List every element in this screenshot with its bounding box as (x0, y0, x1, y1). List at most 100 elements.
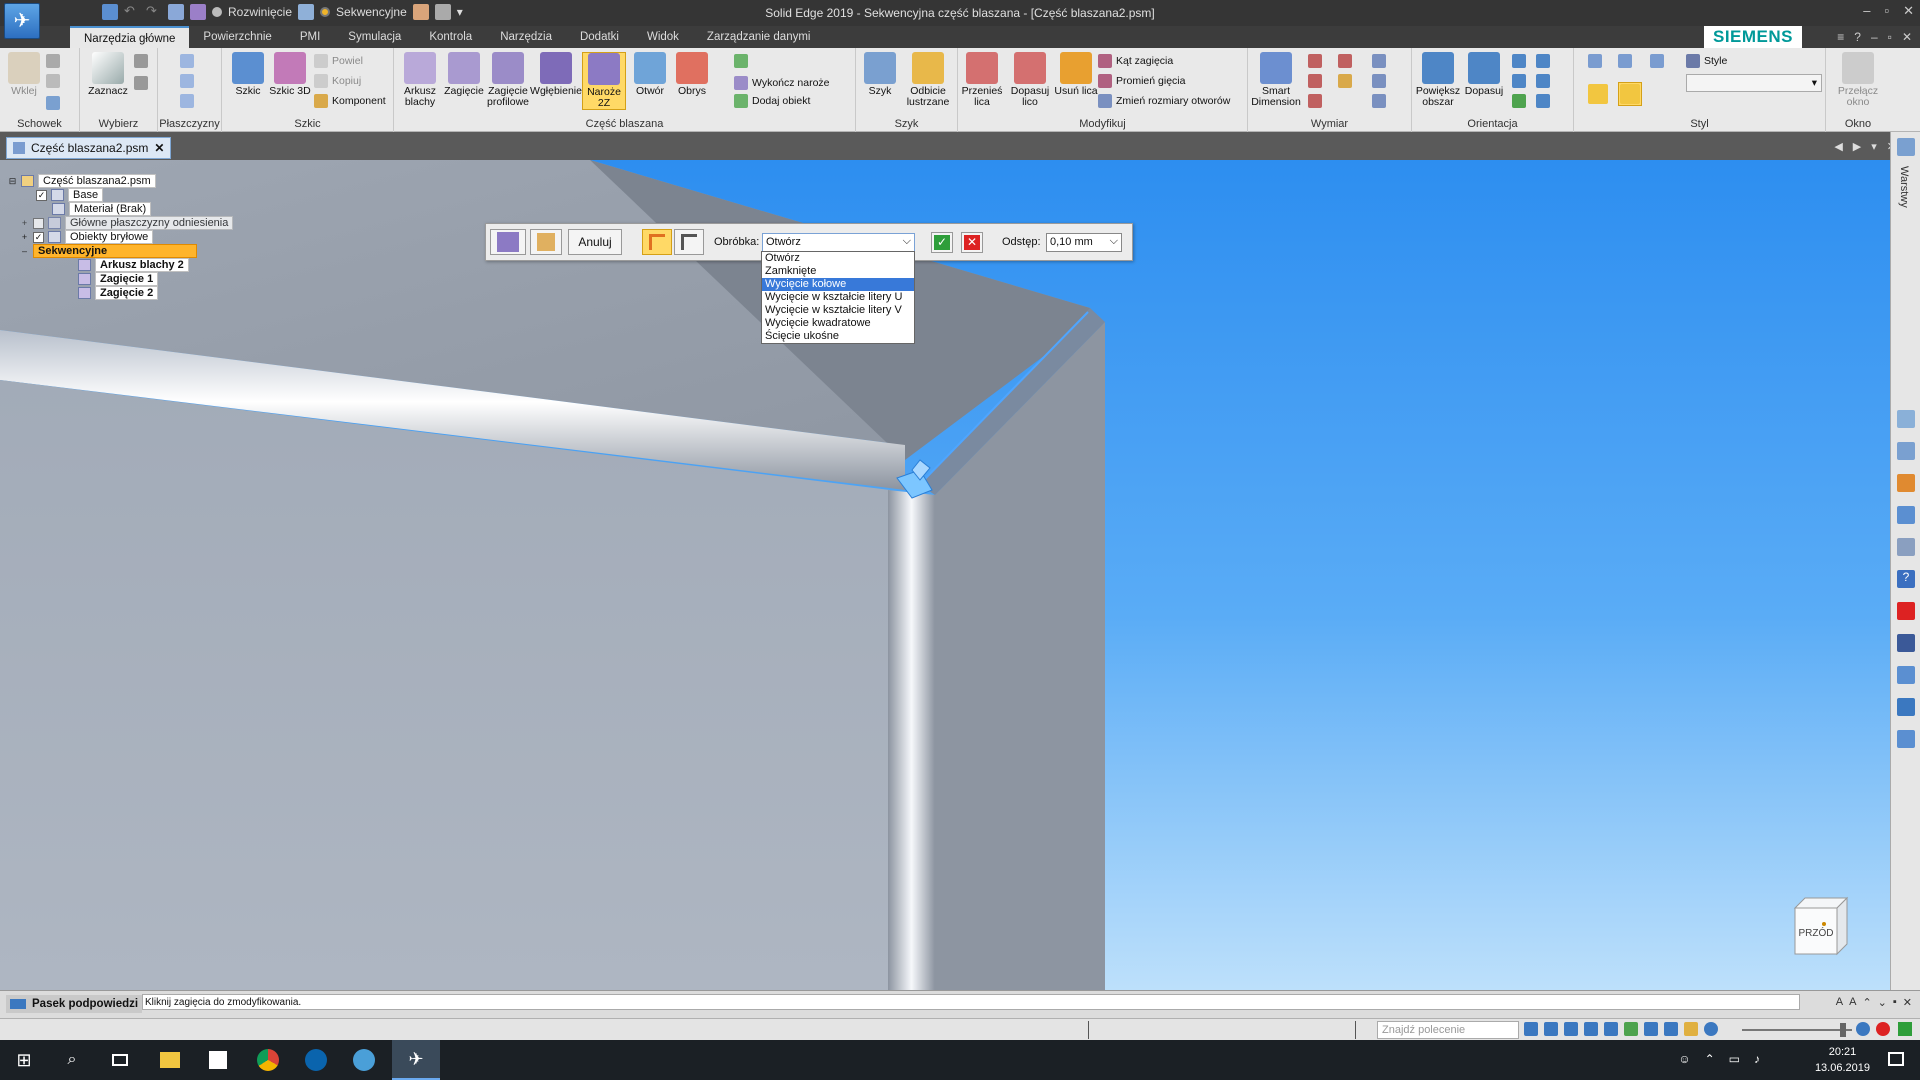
zagiecie-profilowe-button[interactable]: Zagięcie profilowe (486, 52, 530, 108)
przelacz-okno-button[interactable]: Przełącz okno (1836, 52, 1880, 108)
prompt-close-icon[interactable]: ✕ (1903, 996, 1912, 1009)
option-zamkniete[interactable]: Zamknięte (762, 265, 914, 278)
youtube-icon[interactable] (1897, 602, 1915, 620)
zoom-area-icon[interactable] (1544, 1022, 1558, 1036)
properties-icon[interactable] (1897, 506, 1915, 524)
zmien-rozmiary-button[interactable]: Zmień rozmiary otworów (1098, 94, 1230, 108)
arkusz-blachy-button[interactable]: Arkusz blachy (398, 52, 442, 108)
tree-material[interactable]: Materiał (Brak) (52, 202, 152, 216)
select-step-button[interactable] (530, 229, 562, 255)
powieksz-obszar-button[interactable]: Powiększ obszar (1416, 52, 1460, 108)
rotate-button[interactable] (1512, 94, 1526, 108)
option-otworz[interactable]: Otwórz (762, 252, 914, 265)
battery-icon[interactable]: ▭ (1729, 1052, 1740, 1066)
dim-2-button[interactable] (1308, 74, 1322, 88)
help-panel-icon[interactable]: ? (1897, 570, 1915, 588)
tab-close-icon[interactable]: ✕ (154, 141, 164, 155)
data-icon[interactable] (1897, 698, 1915, 716)
sheet-metal-model[interactable] (0, 160, 1890, 990)
filter-button[interactable] (134, 54, 148, 68)
zoom-button[interactable] (1512, 54, 1526, 68)
tree-feature-zagiecie-1[interactable]: Zagięcie 1 (78, 272, 159, 286)
scroll-left-icon[interactable]: ◀ (1834, 140, 1842, 153)
option-sciecie-ukosne[interactable]: Ścięcie ukośne (762, 330, 914, 343)
tree-planes[interactable]: + Główne płaszczyzny odniesienia (20, 216, 234, 230)
pan-button[interactable] (1512, 74, 1526, 88)
view3-button[interactable] (1536, 94, 1550, 108)
tab-narzedzia[interactable]: Narzędzia (486, 26, 566, 48)
promien-giecia-button[interactable]: Promień gięcia (1098, 74, 1185, 88)
options-icon[interactable]: ≡ (1837, 30, 1844, 44)
smart-dimension-button[interactable]: Smart Dimension (1251, 52, 1301, 108)
treatment-select[interactable]: Otwórz ⌵ (762, 233, 915, 252)
tab-list-icon[interactable]: ▾ (1871, 140, 1877, 153)
gap-input[interactable]: 0,10 mm ⌵ (1046, 233, 1122, 252)
tree-base[interactable]: ✓ Base (36, 188, 104, 202)
option-wyciecie-u[interactable]: Wycięcie w kształcie litery U (762, 291, 914, 304)
document-tab[interactable]: Część blaszana2.psm ✕ (6, 137, 172, 159)
checkbox-checked-icon[interactable]: ✓ (36, 189, 47, 201)
sketch-button[interactable]: Szkic (226, 52, 270, 97)
update-icon[interactable] (1898, 1022, 1912, 1036)
library-icon[interactable] (1897, 442, 1915, 460)
ribbon-minimize-icon[interactable]: – (1871, 30, 1878, 44)
zoom-slider-thumb[interactable] (1840, 1023, 1846, 1037)
notifications-icon[interactable] (1888, 1052, 1904, 1066)
layers-tab[interactable]: Warstwy (1898, 166, 1910, 208)
treatment-option-2[interactable] (674, 229, 704, 255)
corner-options-button[interactable] (490, 229, 526, 255)
option-wyciecie-kwadratowe[interactable]: Wycięcie kwadratowe (762, 317, 914, 330)
obrys-button[interactable]: Obrys (670, 52, 714, 97)
plane2-button[interactable] (180, 74, 194, 88)
odbicie-button[interactable]: Odbicie lustrzane (906, 52, 950, 108)
powiel-button[interactable]: Powiel (314, 54, 363, 68)
tab-dodatki[interactable]: Dodatki (566, 26, 633, 48)
tree-root[interactable]: ⊟ Część blaszana2.psm (8, 174, 156, 188)
arrow-icon[interactable] (1524, 1022, 1538, 1036)
cut-button[interactable] (46, 54, 60, 68)
tab-kontrola[interactable]: Kontrola (415, 26, 486, 48)
collapse-icon[interactable]: ⊟ (8, 176, 17, 186)
scroll-right-icon[interactable]: ▶ (1853, 140, 1861, 153)
top-view-button[interactable] (1650, 54, 1664, 68)
komponent-button[interactable]: Komponent (314, 94, 386, 108)
dim-3-button[interactable] (1308, 94, 1322, 108)
maximize-icon[interactable]: ▫ (1884, 3, 1889, 19)
accept-button[interactable]: ✓ (931, 232, 953, 253)
minimize-icon[interactable]: – (1863, 3, 1870, 19)
graphics-viewport[interactable]: ⊟ Część blaszana2.psm ✓ Base Materiał (B… (0, 160, 1890, 990)
checkbox-checked-icon[interactable]: ✓ (33, 231, 44, 243)
shaded-button[interactable] (1588, 84, 1608, 104)
dodaj-obiekt-button[interactable]: Dodaj obiekt (734, 94, 810, 108)
otwor-button[interactable]: Otwór (628, 52, 672, 97)
file-explorer-button[interactable] (146, 1040, 194, 1080)
text2-button[interactable] (1372, 74, 1386, 88)
shaded-edges-button[interactable] (1618, 82, 1642, 106)
facebook-icon[interactable] (1897, 634, 1915, 652)
wykoncz-naroze-button[interactable]: Wykończ naroże (734, 76, 830, 90)
dim-5-button[interactable] (1338, 74, 1352, 88)
pathfinder-icon[interactable] (1897, 410, 1915, 428)
spin-icon[interactable] (1644, 1022, 1658, 1036)
more-sheet-button[interactable] (734, 54, 748, 68)
rotate-icon[interactable] (1624, 1022, 1638, 1036)
dim-1-button[interactable] (1308, 54, 1322, 68)
front-view-button[interactable] (1618, 54, 1632, 68)
store-button[interactable] (194, 1040, 242, 1080)
checkbox-unchecked-icon[interactable] (33, 217, 44, 229)
start-button[interactable]: ⊞ (0, 1040, 48, 1080)
fit-icon[interactable] (1584, 1022, 1598, 1036)
zoom-in-icon[interactable] (1856, 1022, 1870, 1036)
color-icon[interactable] (1897, 474, 1915, 492)
view-button[interactable] (1536, 54, 1550, 68)
stop-icon[interactable] (1876, 1022, 1890, 1036)
tab-zarzadzanie-danymi[interactable]: Zarządzanie danymi (693, 26, 825, 48)
tools-icon[interactable] (1897, 538, 1915, 556)
community-icon[interactable] (1897, 666, 1915, 684)
paste-button[interactable]: Wklej (2, 52, 46, 97)
application-button[interactable]: ✈ (4, 3, 40, 39)
tray-expand-icon[interactable]: ⌃ (1705, 1052, 1715, 1066)
ribbon-restore-icon[interactable]: ▫ (1888, 30, 1892, 44)
plane-button[interactable] (180, 54, 194, 68)
style-button[interactable]: Style (1686, 54, 1727, 68)
